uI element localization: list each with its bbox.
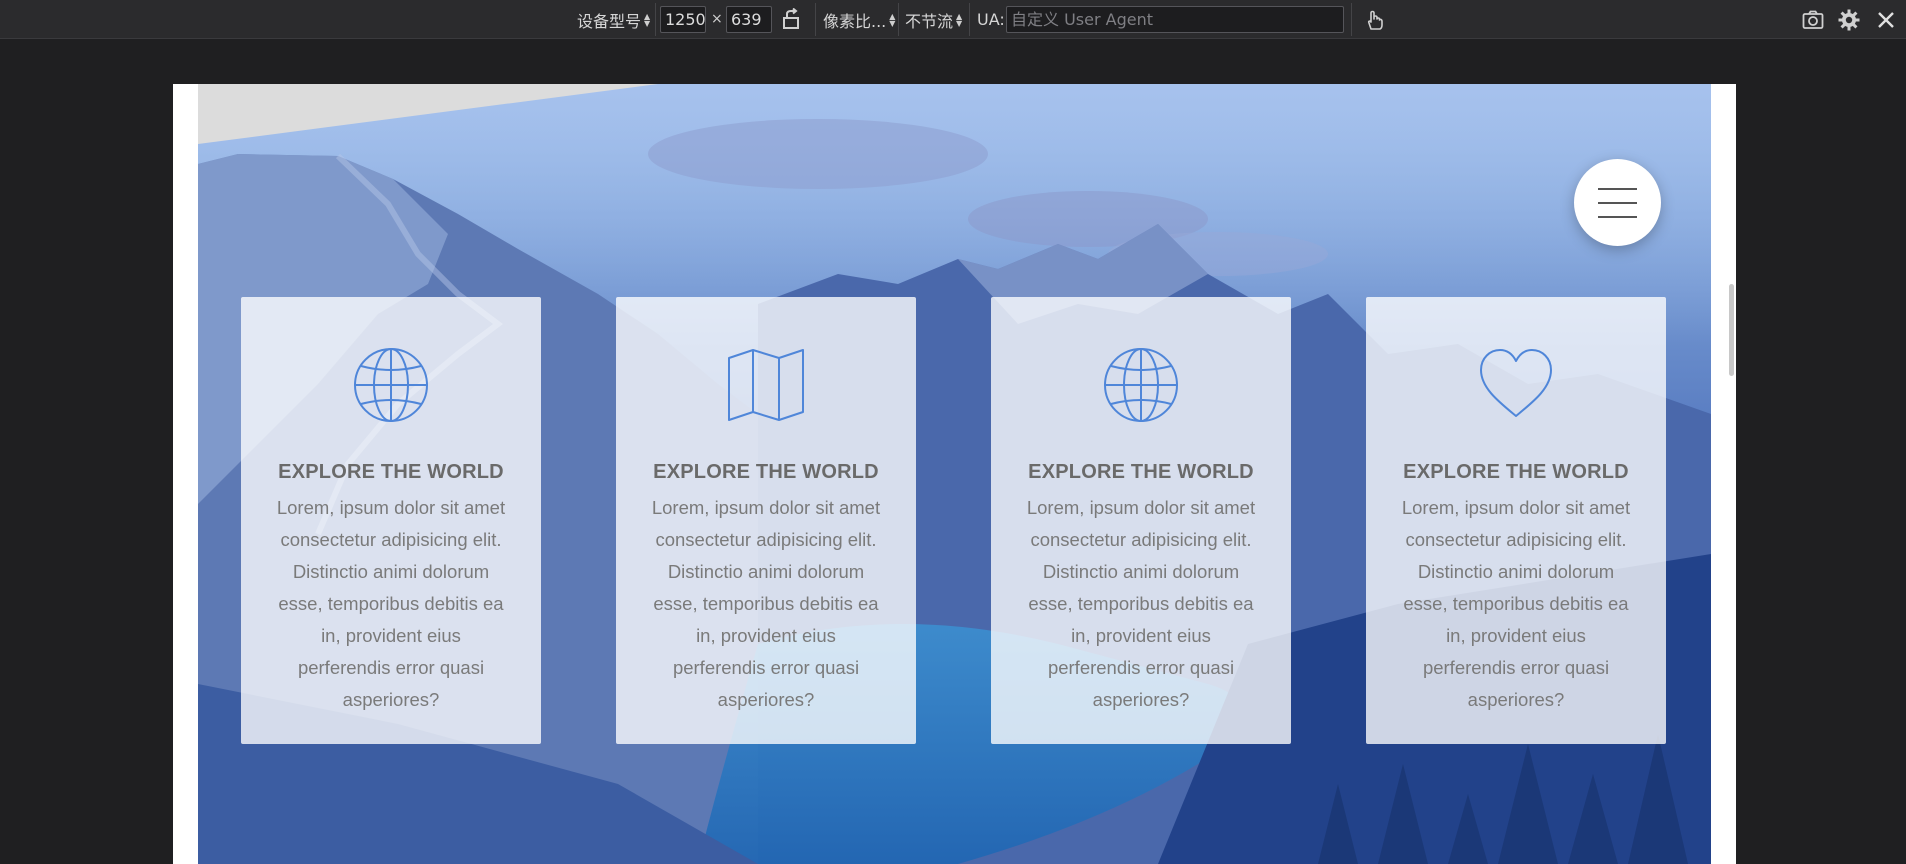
globe-icon (354, 348, 428, 422)
toolbar-divider (969, 3, 970, 36)
throttle-select[interactable]: 不节流 ▲ ▼ (905, 0, 965, 39)
heart-icon (1480, 349, 1552, 417)
width-input[interactable]: 1250 (660, 6, 706, 33)
toolbar-divider (815, 3, 816, 36)
feature-card: EXPLORE THE WORLD Lorem, ipsum dolor sit… (616, 297, 916, 744)
card-text: Lorem, ipsum dolor sit amet consectetur … (276, 497, 506, 710)
updown-arrows-icon: ▲ ▼ (956, 11, 963, 28)
hero-section: EXPLORE THE WORLD Lorem, ipsum dolor sit… (198, 84, 1711, 864)
pixel-ratio-select[interactable]: 像素比... ▲ ▼ (823, 0, 898, 39)
rotate-icon[interactable] (780, 8, 804, 32)
toolbar-divider (655, 3, 656, 36)
card-title: EXPLORE THE WORLD (1403, 461, 1629, 483)
ua-label: UA: (977, 10, 1005, 29)
map-icon (728, 349, 804, 421)
card-title: EXPLORE THE WORLD (278, 461, 504, 483)
device-model-label: 设备型号 (577, 11, 642, 31)
hamburger-menu-button[interactable] (1574, 159, 1661, 246)
touch-icon[interactable] (1362, 8, 1386, 32)
toolbar-divider (1351, 3, 1352, 36)
dimension-separator: × (711, 11, 723, 27)
devtools-toolbar: 设备型号 ▲ ▼ 1250 × 639 像素比... ▲ ▼ 不节流 ▲ ▼ UA: (0, 0, 1906, 39)
updown-arrows-icon: ▲ ▼ (889, 11, 896, 28)
card-text: Lorem, ipsum dolor sit amet consectetur … (651, 497, 881, 710)
device-model-select[interactable]: 设备型号 ▲ ▼ (577, 0, 653, 39)
menu-bar (1598, 215, 1637, 218)
scrollbar-thumb[interactable] (1729, 284, 1734, 376)
toolbar-divider (898, 3, 899, 36)
menu-bar (1598, 187, 1637, 190)
close-icon[interactable] (1874, 8, 1898, 32)
feature-card: EXPLORE THE WORLD Lorem, ipsum dolor sit… (1366, 297, 1666, 744)
settings-icon[interactable] (1837, 8, 1861, 32)
feature-card: EXPLORE THE WORLD Lorem, ipsum dolor sit… (241, 297, 541, 744)
feature-card: EXPLORE THE WORLD Lorem, ipsum dolor sit… (991, 297, 1291, 744)
card-title: EXPLORE THE WORLD (1028, 461, 1254, 483)
card-text: Lorem, ipsum dolor sit amet consectetur … (1026, 497, 1256, 710)
card-text: Lorem, ipsum dolor sit amet consectetur … (1401, 497, 1631, 710)
height-input[interactable]: 639 (726, 6, 772, 33)
screenshot-icon[interactable] (1801, 8, 1825, 32)
throttle-label: 不节流 (905, 11, 954, 31)
menu-bar (1598, 201, 1637, 204)
card-title: EXPLORE THE WORLD (653, 461, 879, 483)
device-viewport: EXPLORE THE WORLD Lorem, ipsum dolor sit… (173, 84, 1736, 864)
user-agent-input[interactable] (1006, 6, 1344, 33)
globe-icon (1104, 348, 1178, 422)
updown-arrows-icon: ▲ ▼ (644, 11, 651, 28)
pixel-ratio-label: 像素比... (823, 11, 887, 31)
